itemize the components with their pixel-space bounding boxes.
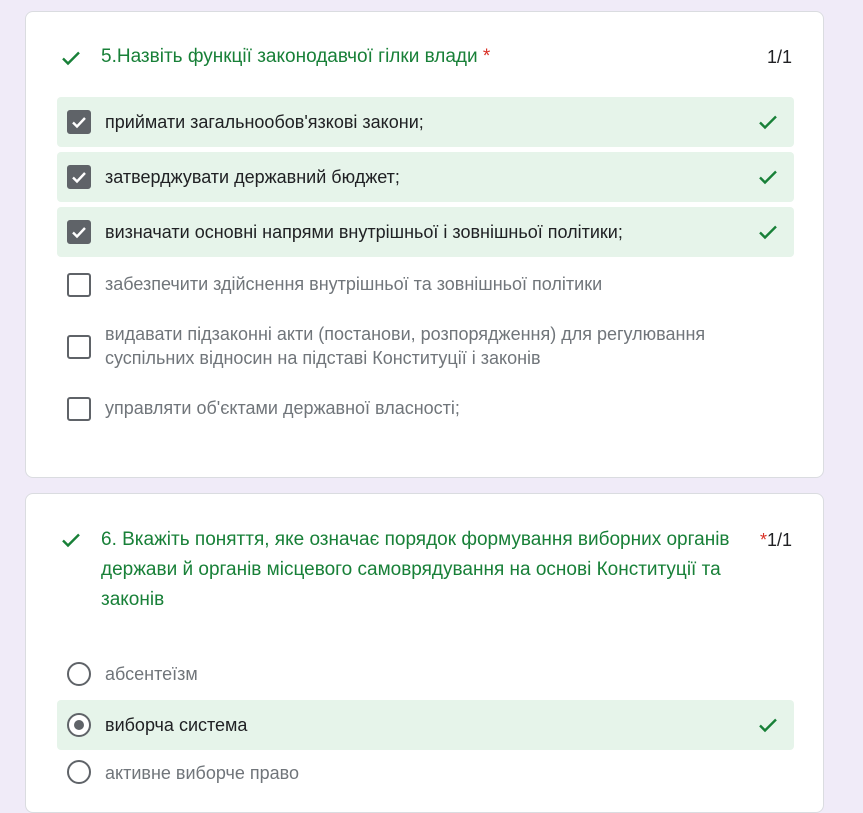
checkbox-unchecked[interactable] (67, 273, 91, 297)
radio-button[interactable] (67, 760, 91, 784)
checkbox-option-2[interactable]: затверджувати державний бюджет; (57, 152, 794, 202)
checkbox-option-4[interactable]: забезпечити здійснення внутрішньої та зо… (57, 262, 794, 308)
checkbox-option-6[interactable]: управляти об'єктами державної власності; (57, 387, 794, 433)
option-label: виборча система (105, 715, 248, 735)
correct-check-icon (756, 110, 780, 134)
checkbox-option-1[interactable]: приймати загальнообов'язкові закони; (57, 97, 794, 147)
checkbox-unchecked[interactable] (67, 335, 91, 359)
correct-check-icon (59, 46, 83, 70)
option-label: забезпечити здійснення внутрішньої та зо… (105, 274, 603, 294)
option-label: видавати підзаконні акти (постанови, роз… (105, 324, 706, 368)
correct-check-icon (756, 713, 780, 737)
checkbox-unchecked[interactable] (67, 397, 91, 421)
question-5-score: 1/1 (766, 47, 792, 67)
option-label: приймати загальнообов'язкові закони; (105, 112, 424, 132)
checkbox-checked[interactable] (67, 110, 91, 134)
radio-button-selected[interactable] (67, 713, 91, 737)
option-label: абсентеїзм (105, 664, 198, 684)
radio-button[interactable] (67, 662, 91, 686)
required-asterisk: * (482, 46, 491, 67)
checkbox-option-5[interactable]: видавати підзаконні акти (постанови, роз… (57, 317, 794, 377)
required-asterisk: * (759, 530, 767, 550)
radio-option-3[interactable]: активне виборче право (57, 756, 794, 802)
question-6-card: 6. Вкажіть поняття, яке означає порядок … (25, 493, 824, 813)
question-5-card: 5.Назвіть функції законодавчої гілки вла… (25, 11, 824, 478)
correct-check-icon (756, 165, 780, 189)
checkbox-option-3[interactable]: визначати основні напрями внутрішньої і … (57, 207, 794, 257)
radio-option-2[interactable]: виборча система (57, 700, 794, 750)
option-label: активне виборче право (105, 763, 299, 783)
option-label: управляти об'єктами державної власності; (105, 398, 460, 418)
radio-option-1[interactable]: абсентеїзм (57, 651, 794, 697)
option-label: визначати основні напрями внутрішньої і … (105, 222, 623, 242)
radio-dot (74, 720, 84, 730)
question-6-title: 6. Вкажіть поняття, яке означає порядок … (101, 529, 730, 610)
checkbox-checked[interactable] (67, 220, 91, 244)
option-label: затверджувати державний бюджет; (105, 167, 400, 187)
correct-check-icon (756, 220, 780, 244)
question-5-title: 5.Назвіть функції законодавчої гілки вла… (101, 46, 491, 67)
correct-check-icon (59, 528, 83, 552)
question-6-score: *1/1 (759, 530, 792, 550)
checkbox-checked[interactable] (67, 165, 91, 189)
